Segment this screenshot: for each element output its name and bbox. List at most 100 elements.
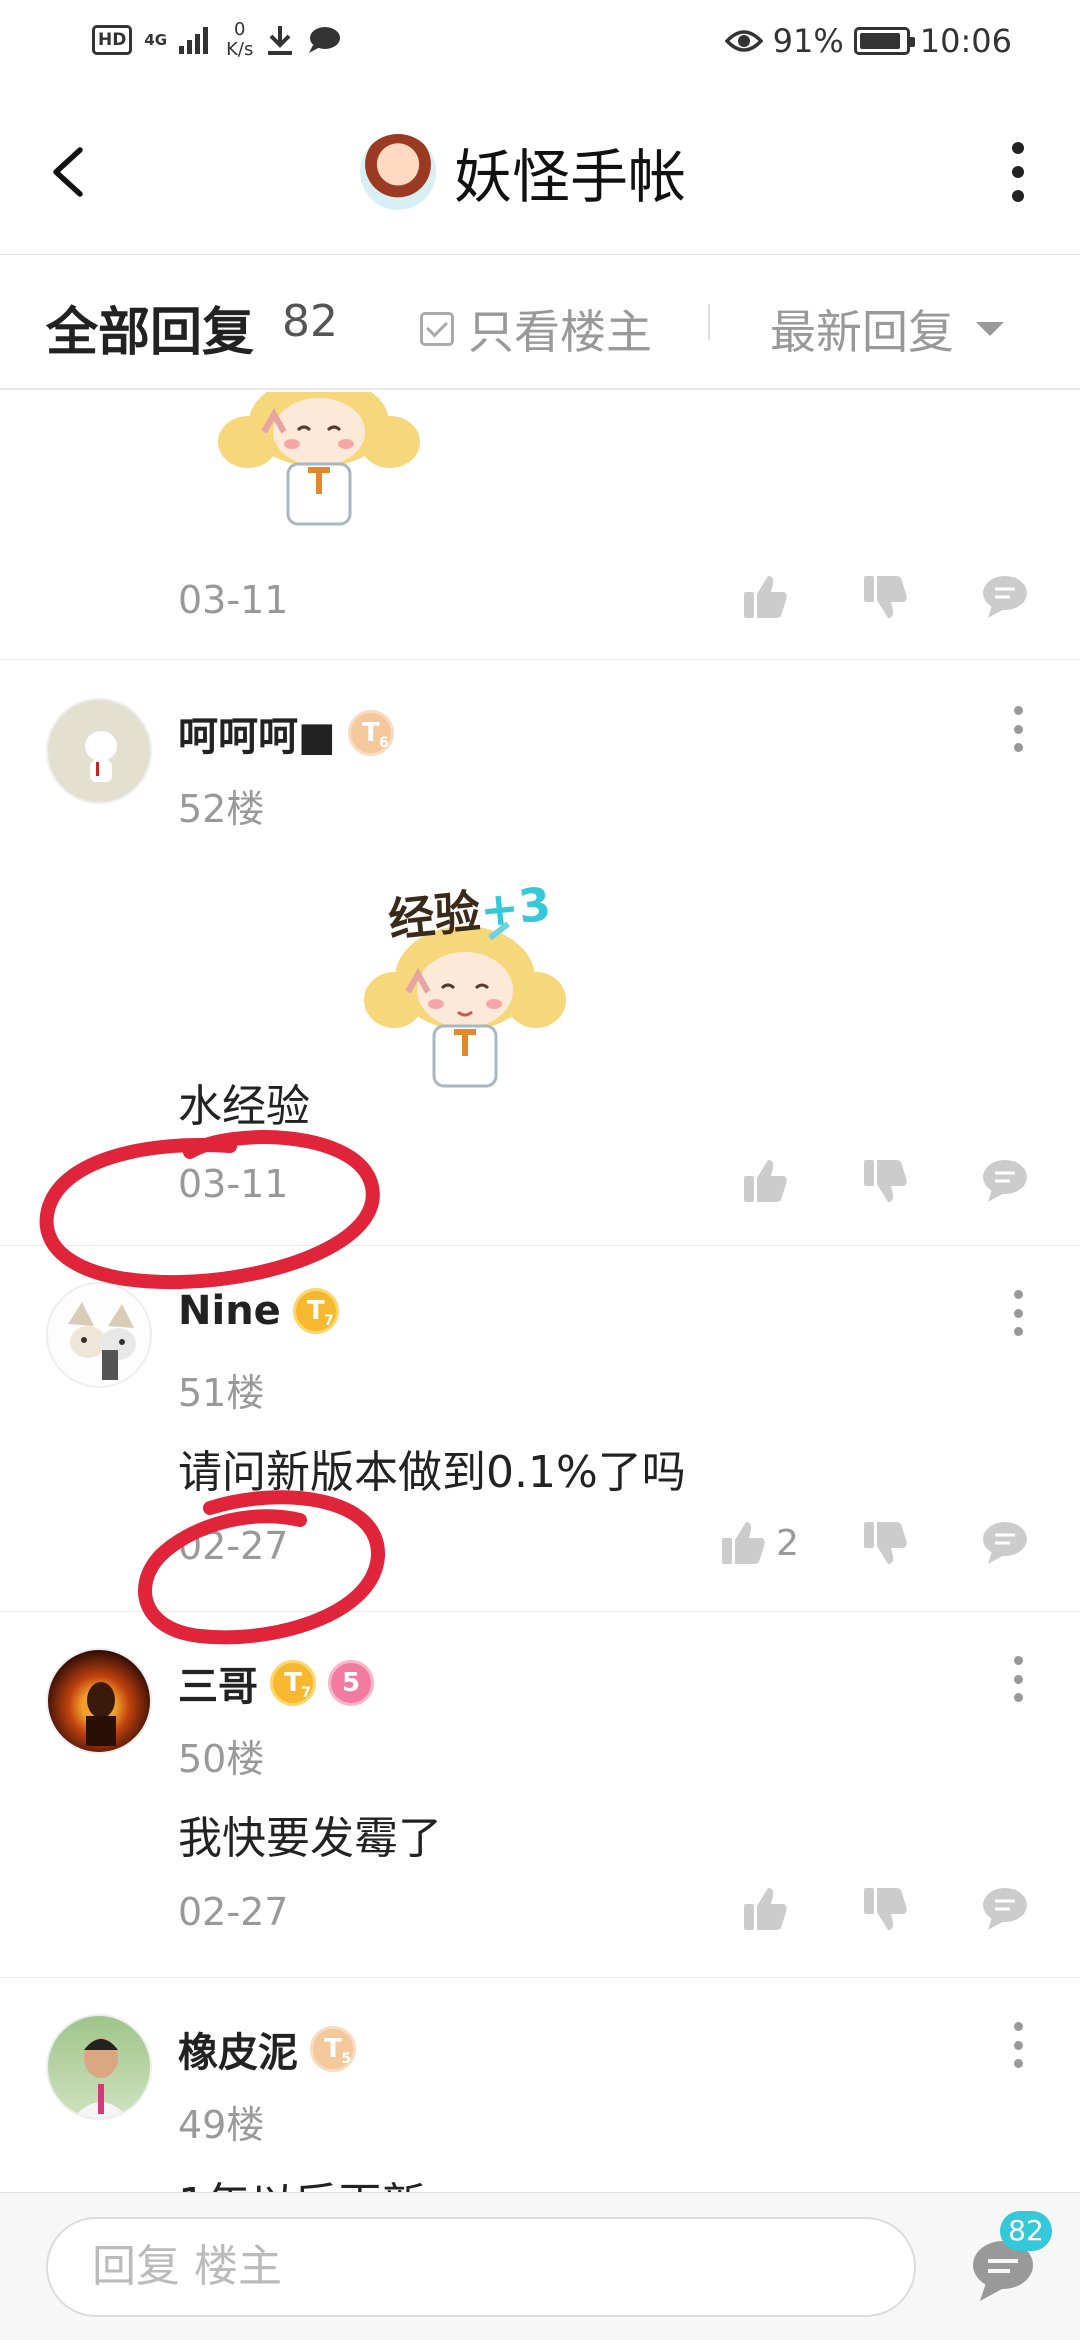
- forum-title-text: 妖怪手帐: [454, 143, 687, 211]
- post-text: 请问新版本做到0.1%了吗: [178, 1447, 686, 1498]
- signal-icon: [179, 26, 209, 54]
- post-menu-button[interactable]: [1012, 706, 1024, 752]
- comment-button[interactable]: [980, 1156, 1030, 1206]
- comment-button[interactable]: [980, 572, 1030, 622]
- username[interactable]: 呵呵呵■: [178, 704, 336, 762]
- title-bar: 妖怪手帐: [0, 90, 1080, 255]
- post-actions: [0, 1156, 1080, 1216]
- thumbs-up-icon: [722, 1522, 765, 1564]
- level-badge: T6: [347, 710, 394, 756]
- exp-text: 经验: [385, 884, 484, 948]
- network-type: 4G: [144, 31, 168, 49]
- username[interactable]: 三哥: [178, 1654, 258, 1712]
- floor-number: 52楼: [178, 787, 265, 831]
- forum-avatar: [360, 134, 436, 210]
- level-badge: T7: [270, 1660, 316, 1706]
- thumbs-down-icon: [864, 1160, 907, 1202]
- badge-letter: T: [324, 2034, 342, 2064]
- network-speed: 0 K/s: [226, 20, 253, 60]
- sort-dropdown[interactable]: 最新回复: [770, 296, 1004, 362]
- avatar-image: [73, 2038, 129, 2118]
- post-actions: [0, 572, 1080, 632]
- only-op-label: 只看楼主: [468, 305, 652, 359]
- sticker-image: [218, 392, 420, 526]
- floor-number: 50楼: [178, 1737, 265, 1781]
- forum-title[interactable]: 妖怪手帐: [360, 130, 686, 214]
- download-icon: [268, 26, 293, 55]
- speed-unit: K/s: [226, 39, 254, 60]
- dislike-button[interactable]: [860, 1156, 910, 1206]
- like-button[interactable]: [740, 1156, 790, 1206]
- username-row: Nine T7: [178, 1288, 339, 1334]
- like-button[interactable]: [740, 572, 790, 622]
- thumbs-down-icon: [864, 1888, 907, 1930]
- caret-down-icon: [976, 322, 1004, 336]
- username-row: 三哥 T7 5: [178, 1654, 374, 1712]
- level-badge: T7: [292, 1288, 339, 1334]
- message-icon: [309, 27, 341, 53]
- username-row: 呵呵呵■ T6: [178, 704, 394, 762]
- post-text: 1年以后再新: [178, 2168, 426, 2192]
- member-badge: 5: [328, 1660, 374, 1706]
- avatar[interactable]: [46, 698, 152, 804]
- comment-button[interactable]: [980, 1518, 1030, 1568]
- username[interactable]: Nine: [178, 1288, 281, 1334]
- post-menu-button[interactable]: [1012, 2022, 1024, 2068]
- status-right: 91% 10:06: [724, 22, 1012, 60]
- comment-icon: [983, 1160, 1027, 1202]
- avatar-image: [68, 1302, 136, 1380]
- post-text: 我快要发霉了: [178, 1813, 442, 1864]
- more-options-button[interactable]: [1008, 142, 1028, 202]
- post-actions: 2: [0, 1518, 1080, 1578]
- back-button[interactable]: [44, 142, 94, 202]
- badge-letter: T: [306, 1296, 325, 1326]
- avatar-image: [86, 1682, 116, 1746]
- like-button[interactable]: 2: [718, 1518, 799, 1568]
- username[interactable]: 橡皮泥: [178, 2020, 298, 2078]
- battery-percent: 91%: [772, 22, 844, 60]
- filter-bar: 全部回复 82 只看楼主 最新回复: [0, 256, 1080, 390]
- like-button[interactable]: [740, 1884, 790, 1934]
- comment-button[interactable]: [980, 1884, 1030, 1934]
- thumbs-up-icon: [744, 576, 787, 618]
- hd-icon: HD: [92, 25, 133, 55]
- thumbs-down-icon: [864, 576, 907, 618]
- avatar[interactable]: [46, 1282, 152, 1388]
- speed-value: 0: [233, 19, 246, 40]
- reply-input[interactable]: 回复 楼主: [46, 2217, 916, 2317]
- badge-level: 7: [301, 1685, 311, 1701]
- avatar[interactable]: [46, 1648, 152, 1754]
- like-count: 2: [776, 1522, 799, 1564]
- exp-plus: +3: [477, 876, 554, 938]
- divider: [708, 304, 710, 340]
- thumbs-up-icon: [744, 1160, 787, 1202]
- post-actions: [0, 1884, 1080, 1944]
- badge-letter: T: [361, 718, 380, 748]
- dislike-button[interactable]: [860, 572, 910, 622]
- avatar-image: [85, 731, 117, 782]
- floor-number: 51楼: [178, 1371, 265, 1415]
- dislike-button[interactable]: [860, 1518, 910, 1568]
- post-menu-button[interactable]: [1012, 1290, 1024, 1336]
- badge-level: 6: [379, 735, 389, 751]
- comment-count-badge: 82: [1000, 2211, 1052, 2251]
- badge-level: 7: [324, 1313, 334, 1329]
- reply-count: 82: [282, 296, 338, 347]
- username-row: 橡皮泥 T5: [178, 2020, 356, 2078]
- avatar[interactable]: [46, 2014, 152, 2120]
- battery-icon: [853, 27, 915, 55]
- back-arrow-icon: [53, 147, 83, 197]
- badge-letter: T: [284, 1668, 302, 1698]
- post-menu-button[interactable]: [1012, 1656, 1024, 1702]
- list-item: 呵呵呵■ T6 52楼 经验+3 水经验 03-11: [0, 660, 1080, 1246]
- post-text: 水经验: [178, 1081, 310, 1132]
- comment-icon: [983, 1522, 1027, 1564]
- all-replies-tab[interactable]: 全部回复: [46, 290, 254, 365]
- eye-icon: [724, 30, 763, 52]
- comment-icon: [983, 1888, 1027, 1930]
- comment-icon: [983, 576, 1027, 618]
- thumbs-down-icon: [864, 1522, 907, 1564]
- list-item: 三哥 T7 5 50楼 我快要发霉了 02-27: [0, 1612, 1080, 1978]
- dislike-button[interactable]: [860, 1884, 910, 1934]
- only-op-toggle[interactable]: 只看楼主: [420, 296, 652, 362]
